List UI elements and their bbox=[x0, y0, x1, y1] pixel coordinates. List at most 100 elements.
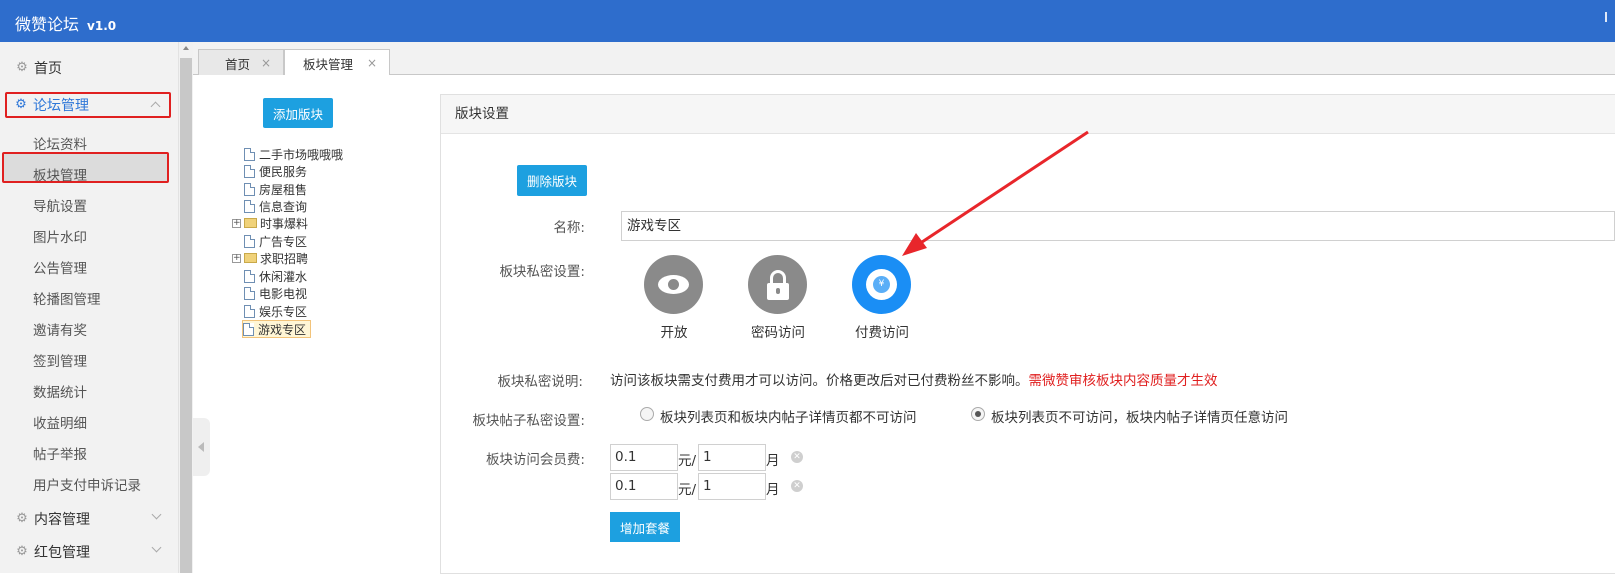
price-unit: 元/ bbox=[678, 453, 697, 469]
sidebar-group-redpacket-management[interactable]: ⚙ 红包管理 bbox=[8, 540, 170, 564]
document-icon bbox=[244, 304, 255, 318]
sidebar: ⚙ 首页 ⚙ 论坛管理 论坛资料 板块管理 导航设置 图片水印 公告管理 轮播图… bbox=[0, 42, 178, 573]
sidebar-item-post-reports[interactable]: 帖子举报 bbox=[33, 443, 87, 463]
collapse-sidebar-handle[interactable] bbox=[193, 418, 210, 476]
sidebar-item-navigation[interactable]: 导航设置 bbox=[33, 195, 87, 215]
close-icon[interactable]: × bbox=[261, 56, 271, 70]
tree-item-label: 娱乐专区 bbox=[259, 304, 308, 319]
tree-folder[interactable]: 时事爆料 bbox=[244, 215, 308, 231]
duration-unit: 月 bbox=[766, 453, 780, 469]
tree-item-label: 便民服务 bbox=[259, 164, 308, 179]
fee-price-input[interactable]: 0.1 bbox=[610, 473, 678, 500]
tree-item-label: 休闲灌水 bbox=[259, 269, 308, 284]
sidebar-item-board-management[interactable]: 板块管理 bbox=[33, 164, 87, 184]
tree-item[interactable]: 娱乐专区 bbox=[244, 303, 307, 319]
tree-item-selected[interactable]: 游戏专区 bbox=[242, 320, 312, 338]
fee-duration-input[interactable]: 1 bbox=[698, 473, 766, 500]
scroll-up-icon[interactable] bbox=[183, 46, 189, 50]
privacy-open-option[interactable] bbox=[644, 255, 703, 314]
privacy-paid-option[interactable]: ¥ bbox=[852, 255, 911, 314]
scrollbar-thumb[interactable] bbox=[180, 58, 192, 573]
sidebar-item-earnings[interactable]: 收益明细 bbox=[33, 412, 87, 432]
post-privacy-option-label: 板块列表页不可访问，板块内帖子详情页任意访问 bbox=[991, 410, 1288, 426]
tree-item-label: 时事爆料 bbox=[260, 216, 309, 231]
fee-duration-input[interactable]: 1 bbox=[698, 444, 766, 471]
sidebar-group-forum-management[interactable]: ⚙ 论坛管理 bbox=[5, 92, 171, 118]
add-plan-button[interactable]: 增加套餐 bbox=[610, 512, 680, 542]
annotation-arrow-icon bbox=[902, 130, 1089, 256]
tree-folder[interactable]: 求职招聘 bbox=[244, 250, 308, 266]
add-board-button[interactable]: 添加版块 bbox=[263, 98, 333, 128]
sidebar-item-invite-rewards[interactable]: 邀请有奖 bbox=[33, 319, 87, 339]
tree-item[interactable]: 便民服务 bbox=[244, 163, 307, 179]
sidebar-item-carousel[interactable]: 轮播图管理 bbox=[33, 288, 101, 308]
fee-label: 板块访问会员费: bbox=[485, 452, 585, 468]
tree-item-label: 广告专区 bbox=[259, 234, 308, 249]
document-icon bbox=[243, 322, 254, 336]
expand-icon[interactable]: + bbox=[232, 254, 241, 263]
tree-item-label: 信息查询 bbox=[259, 199, 308, 214]
tab-home[interactable]: 首页 × bbox=[198, 49, 284, 76]
folder-icon bbox=[244, 253, 257, 263]
price-unit: 元/ bbox=[678, 482, 697, 498]
privacy-description: 访问该板块需支付费用才可以访问。价格更改后对已付费粉丝不影响。需微赞审核板块内容… bbox=[610, 369, 1218, 389]
sidebar-group-label: 首页 bbox=[34, 61, 62, 77]
tree-item-label: 电影电视 bbox=[259, 286, 308, 301]
tree-item[interactable]: 广告专区 bbox=[244, 233, 307, 249]
privacy-option-label: 密码访问 bbox=[751, 325, 805, 341]
sidebar-item-statistics[interactable]: 数据统计 bbox=[33, 381, 87, 401]
sidebar-group-label: 论坛管理 bbox=[33, 98, 89, 114]
tab-bar: 首页 × 板块管理 × bbox=[193, 42, 1615, 77]
menu-icon[interactable] bbox=[1605, 12, 1611, 22]
privacy-password-option[interactable] bbox=[748, 255, 807, 314]
gear-icon: ⚙ bbox=[16, 60, 28, 75]
eye-icon bbox=[658, 275, 689, 294]
fee-price-input[interactable]: 0.1 bbox=[610, 444, 678, 471]
tab-board-management[interactable]: 板块管理 × bbox=[284, 49, 390, 77]
duration-unit: 月 bbox=[766, 482, 780, 498]
sidebar-group-content-management[interactable]: ⚙ 内容管理 bbox=[8, 507, 170, 531]
document-icon bbox=[244, 199, 255, 213]
tree-item[interactable]: 休闲灌水 bbox=[244, 268, 307, 284]
sidebar-item-checkin[interactable]: 签到管理 bbox=[33, 350, 87, 370]
expand-icon[interactable]: + bbox=[232, 219, 241, 228]
post-privacy-radio-all-blocked[interactable] bbox=[640, 407, 654, 421]
name-label: 名称: bbox=[553, 220, 585, 236]
gear-icon: ⚙ bbox=[16, 511, 28, 526]
tree-item[interactable]: 房屋租售 bbox=[244, 181, 307, 197]
sidebar-group-label: 红包管理 bbox=[34, 545, 90, 561]
folder-icon bbox=[244, 218, 257, 228]
lock-icon bbox=[767, 283, 789, 300]
tree-item[interactable]: 电影电视 bbox=[244, 285, 307, 301]
post-privacy-radio-list-blocked[interactable] bbox=[971, 407, 985, 421]
delete-board-button[interactable]: 删除版块 bbox=[517, 165, 587, 196]
remove-plan-icon[interactable]: ✕ bbox=[791, 480, 803, 492]
sidebar-item-watermark[interactable]: 图片水印 bbox=[33, 226, 87, 246]
privacy-option-label: 付费访问 bbox=[855, 325, 909, 341]
privacy-description-warning: 需微赞审核板块内容质量才生效 bbox=[1028, 373, 1218, 389]
document-icon bbox=[244, 164, 255, 178]
document-icon bbox=[244, 182, 255, 196]
app-version: v1.0 bbox=[87, 19, 117, 33]
remove-plan-icon[interactable]: ✕ bbox=[791, 451, 803, 463]
sidebar-group-label: 内容管理 bbox=[34, 512, 90, 528]
board-name-input[interactable]: 游戏专区 bbox=[621, 211, 1615, 241]
close-icon[interactable]: × bbox=[367, 56, 377, 70]
document-icon bbox=[244, 147, 255, 161]
app-brand: 微赞论坛 v1.0 bbox=[15, 11, 116, 35]
sidebar-scrollbar[interactable] bbox=[178, 42, 193, 573]
tree-item-label: 求职招聘 bbox=[260, 251, 309, 266]
gear-icon: ⚙ bbox=[16, 544, 28, 559]
tree-item-label: 游戏专区 bbox=[258, 322, 307, 337]
chevron-up-icon bbox=[150, 101, 161, 112]
sidebar-group-home[interactable]: ⚙ 首页 bbox=[8, 56, 170, 80]
tree-item[interactable]: 二手市场哦哦哦 bbox=[244, 146, 343, 162]
tree-item[interactable]: 信息查询 bbox=[244, 198, 307, 214]
sidebar-item-announcements[interactable]: 公告管理 bbox=[33, 257, 87, 277]
sidebar-item-payment-appeals[interactable]: 用户支付申诉记录 bbox=[33, 474, 141, 494]
tree-item-label: 二手市场哦哦哦 bbox=[259, 147, 344, 162]
chevron-down-icon bbox=[151, 509, 162, 520]
sidebar-item-forum-profile[interactable]: 论坛资料 bbox=[33, 133, 87, 153]
document-icon bbox=[244, 234, 255, 248]
tree-item-label: 房屋租售 bbox=[259, 182, 308, 197]
